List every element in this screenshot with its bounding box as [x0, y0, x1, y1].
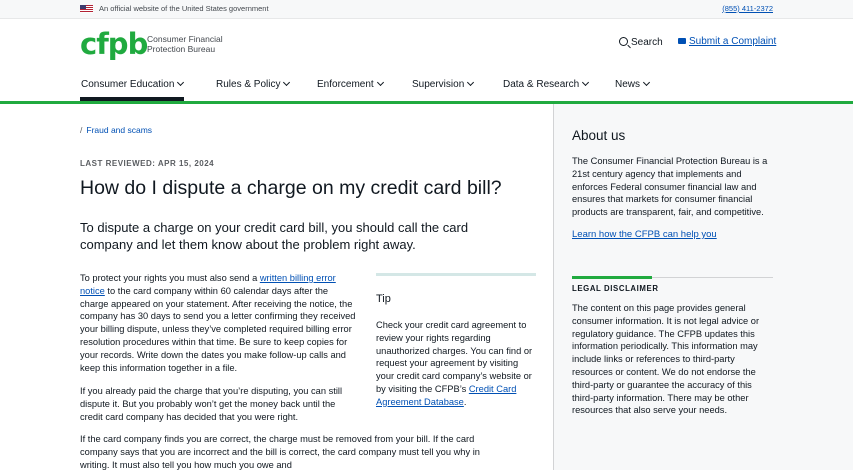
nav-label: Enforcement	[317, 79, 374, 90]
about-heading: About us	[572, 128, 626, 143]
paragraph-text: To protect your rights you must also sen…	[80, 273, 260, 283]
nav-rules-policy[interactable]: Rules & Policy	[216, 78, 291, 90]
chevron-down-icon	[467, 78, 475, 87]
paragraph-3: If the card company finds you are correc…	[80, 434, 480, 470]
lead-paragraph: To dispute a charge on your credit card …	[80, 220, 469, 252]
submit-complaint-label: Submit a Complaint	[689, 36, 777, 47]
search-icon	[619, 37, 628, 46]
nav-label: Rules & Policy	[216, 79, 281, 90]
breadcrumb: / Fraud and scams	[80, 125, 152, 135]
paragraph-text: to the card company within 60 calendar d…	[80, 285, 356, 373]
breadcrumb-separator: /	[80, 125, 83, 135]
submit-complaint-link[interactable]: Submit a Complaint	[678, 36, 776, 47]
legal-disclaimer-heading: LEGAL DISCLAIMER	[572, 284, 659, 293]
nav-data-research[interactable]: Data & Research	[503, 78, 590, 90]
nav-active-indicator	[80, 97, 184, 101]
chevron-down-icon	[283, 78, 291, 87]
paragraph-2: If you already paid the charge that you’…	[80, 386, 343, 422]
cfpb-logo[interactable]: cfpb	[80, 29, 148, 59]
us-flag-icon	[80, 5, 93, 13]
legal-disclaimer-text: The content on this page provides genera…	[572, 303, 760, 416]
gov-banner: An official website of the United States…	[0, 0, 853, 19]
sidebar: About us The Consumer Financial Protecti…	[553, 104, 853, 470]
nav-label: Data & Research	[503, 79, 580, 90]
nav-label: Supervision	[412, 79, 465, 90]
site-header: cfpb Consumer Financial Protection Burea…	[0, 19, 853, 73]
nav-news[interactable]: News	[615, 78, 651, 90]
tip-box: Tip Check your credit card agreement to …	[376, 273, 536, 407]
tip-heading: Tip	[376, 293, 391, 305]
tip-text-part: .	[463, 396, 467, 407]
nav-consumer-education[interactable]: Consumer Education	[81, 78, 185, 90]
nav-label: News	[615, 79, 641, 90]
divider-accent	[572, 276, 652, 279]
complaint-icon	[678, 38, 686, 44]
nav-supervision[interactable]: Supervision	[412, 78, 475, 90]
main-nav: Consumer Education Rules & Policy Enforc…	[0, 73, 853, 104]
nav-enforcement[interactable]: Enforcement	[317, 78, 384, 90]
breadcrumb-link[interactable]: Fraud and scams	[86, 125, 152, 135]
chevron-down-icon	[177, 78, 185, 87]
nav-label: Consumer Education	[81, 79, 175, 90]
chevron-down-icon	[582, 78, 590, 87]
tip-text-part: Check your credit card agreement to revi…	[376, 320, 533, 394]
search-label: Search	[631, 37, 663, 48]
logo-line-1: Consumer Financial	[147, 34, 223, 44]
logo-subtitle: Consumer Financial Protection Bureau	[147, 34, 223, 54]
tip-text: Check your credit card agreement to revi…	[376, 319, 538, 409]
page-title: How do I dispute a charge on my credit c…	[80, 177, 502, 199]
chevron-down-icon	[642, 78, 651, 87]
about-text: The Consumer Financial Protection Bureau…	[572, 156, 768, 218]
logo-line-2: Protection Bureau	[147, 44, 216, 54]
last-reviewed: LAST REVIEWED: APR 15, 2024	[80, 159, 215, 168]
main-content: / Fraud and scams LAST REVIEWED: APR 15, …	[0, 104, 553, 470]
phone-link[interactable]: (855) 411-2372	[722, 4, 773, 13]
paragraph-1: To protect your rights you must also sen…	[80, 272, 358, 374]
chevron-down-icon	[376, 78, 384, 87]
learn-how-link[interactable]: Learn how the CFPB can help you	[572, 229, 717, 240]
search-button[interactable]: Search	[619, 36, 663, 48]
official-site-text: An official website of the United States…	[99, 4, 269, 13]
